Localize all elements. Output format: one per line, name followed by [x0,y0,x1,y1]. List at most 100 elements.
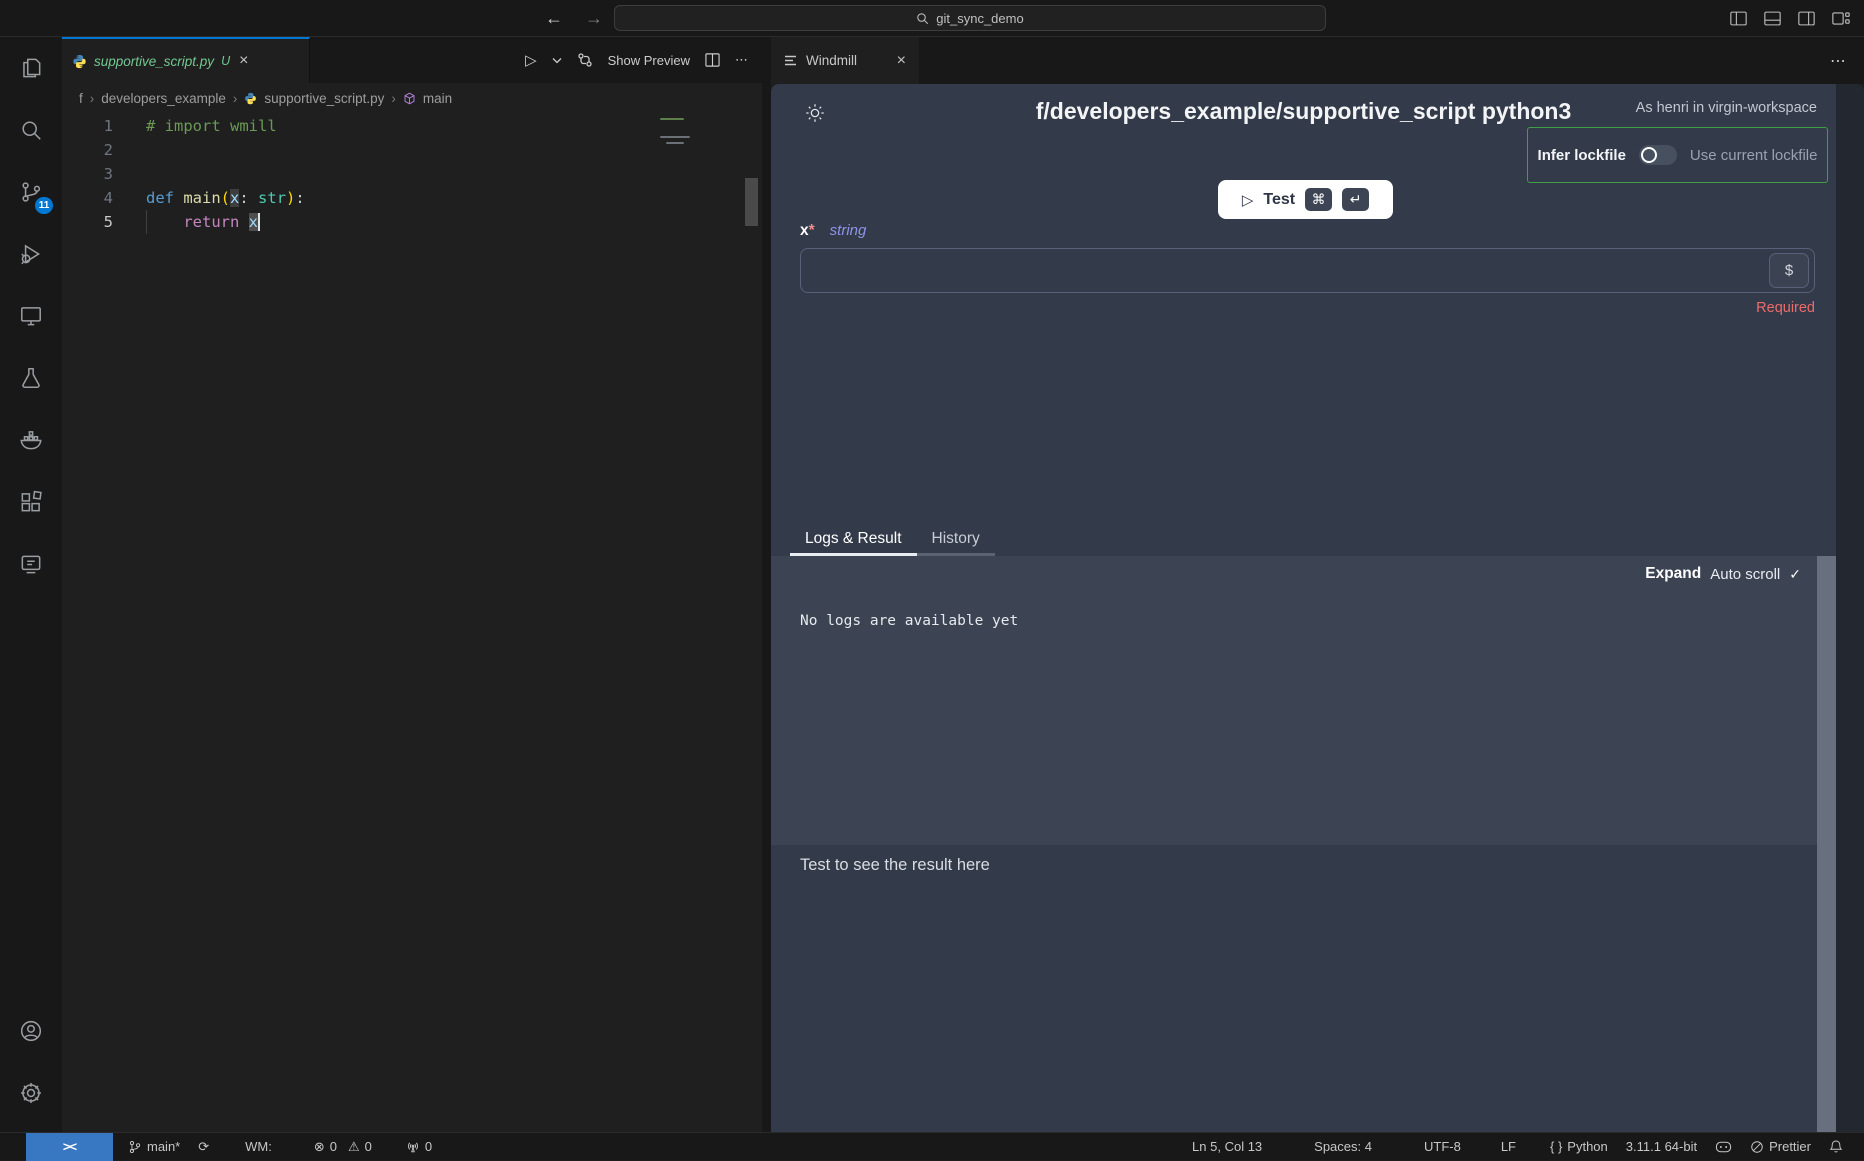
search-value: git_sync_demo [936,11,1023,26]
variable-picker-button[interactable]: $ [1769,253,1809,288]
command-center-search[interactable]: git_sync_demo [614,5,1326,31]
history-back-icon[interactable]: ← [545,8,563,29]
webview-scrollbar[interactable] [1817,556,1836,1132]
test-button[interactable]: ▷ Test ⌘ ↵ [1218,180,1393,219]
testing-beaker-icon[interactable] [0,347,62,409]
required-asterisk: * [809,222,815,240]
webview-more-actions-icon[interactable]: ⋯ [1830,51,1846,71]
windmill-tab-icon [784,55,797,66]
run-python-file-icon[interactable]: ▷ [525,51,537,69]
line-number: 4 [62,186,113,210]
error-icon: ⊗ [314,1139,325,1155]
branch-icon [128,1140,142,1154]
logs-empty-message: No logs are available yet [800,613,1018,629]
editor-scrollbar[interactable] [745,178,758,226]
sync-icon: ⟳ [198,1139,209,1155]
language-item[interactable]: { } Python [1541,1133,1617,1160]
infer-lockfile-label: Infer lockfile [1538,147,1626,164]
editor-group-separator [762,37,771,1132]
wm-status-item[interactable]: WM: [236,1133,281,1160]
encoding-item[interactable]: UTF-8 [1415,1133,1470,1160]
autoscroll-label[interactable]: Auto scroll [1710,566,1780,583]
cmd-key-icon: ⌘ [1305,188,1332,211]
run-debug-icon[interactable] [0,223,62,285]
source-control-icon[interactable]: 11 [0,161,62,223]
interpreter-item[interactable]: 3.11.1 64-bit [1617,1133,1706,1160]
breadcrumb: f › developers_example › supportive_scri… [62,84,762,112]
run-dropdown-chevron-icon[interactable] [552,57,562,64]
code-text: return x [146,210,258,234]
tab-history[interactable]: History [917,525,995,556]
indentation-item[interactable]: Spaces: 4 [1305,1133,1381,1160]
formatter-item[interactable]: Prettier [1741,1133,1820,1160]
toggle-sidebar-icon[interactable] [1730,11,1747,26]
python-file-icon [72,54,87,69]
ports-item[interactable]: 0 [397,1133,441,1160]
argument-type-label: string [830,222,867,239]
argument-x-input[interactable] [800,248,1815,293]
tab-close-icon[interactable]: × [897,52,906,70]
autoscroll-check-icon[interactable]: ✓ [1789,566,1801,583]
split-editor-icon[interactable] [705,53,720,67]
tab-label: supportive_script.py [94,54,214,69]
python-file-icon [244,92,257,105]
editor-tab-bar: supportive_script.py U × ▷ Show Preview … [62,37,762,84]
code-text: def main(x: str): [146,186,305,210]
extensions-icon[interactable] [0,471,62,533]
breadcrumb-separator-icon: › [391,91,396,106]
tab-windmill[interactable]: Windmill × [771,37,919,84]
account-icon[interactable] [0,1000,62,1062]
code-line[interactable]: 2 [62,138,762,162]
run-context-label: As henri in virgin-workspace [1636,100,1817,116]
prettier-slash-icon [1750,1140,1764,1154]
problems-item[interactable]: ⊗ 0 ⚠ 0 [305,1133,381,1160]
windmill-tab-label: Windmill [806,53,857,68]
minimap[interactable] [660,118,700,144]
breadcrumb-separator-icon: › [90,91,95,106]
code-editor[interactable]: 1# import wmill234def main(x: str):5 ret… [62,112,762,1132]
tab-supportive-script[interactable]: supportive_script.py U × [62,37,310,83]
expand-button[interactable]: Expand [1645,565,1701,583]
line-number: 5 [62,210,113,234]
status-bar: >< main* ⟳ WM: ⊗ 0 ⚠ 0 0 Ln 5, Col 13 Sp… [0,1132,1864,1160]
code-line[interactable]: 4 def main(x: str): [62,186,762,210]
tab-close-icon[interactable]: × [239,52,248,70]
line-number: 3 [62,162,113,186]
remote-explorer-icon[interactable] [0,285,62,347]
breadcrumb-symbol[interactable]: main [423,91,452,106]
main-area: 11 [0,37,1864,1132]
breadcrumb-file[interactable]: supportive_script.py [264,91,384,106]
windmill-extension-icon[interactable] [0,533,62,595]
customize-layout-icon[interactable] [1832,11,1850,26]
open-changes-icon[interactable] [577,52,593,68]
docker-icon[interactable] [0,409,62,471]
sync-item[interactable]: ⟳ [189,1133,218,1160]
toggle-secondary-sidebar-icon[interactable] [1798,11,1815,26]
code-line[interactable]: 1# import wmill [62,114,762,138]
editor-group-1: supportive_script.py U × ▷ Show Preview … [62,37,762,1132]
logs-panel: Expand Auto scroll ✓ No logs are availab… [771,556,1817,845]
history-forward-icon[interactable]: → [585,8,603,29]
cursor-position-item[interactable]: Ln 5, Col 13 [1183,1133,1271,1160]
lockfile-toggle[interactable] [1639,145,1677,165]
eol-item[interactable]: LF [1492,1133,1525,1160]
editor-more-actions-icon[interactable]: ⋯ [735,52,748,68]
toggle-panel-icon[interactable] [1764,11,1781,26]
code-text: # import wmill [146,114,277,138]
explorer-icon[interactable] [0,37,62,99]
notifications-bell-icon[interactable] [1820,1133,1852,1160]
code-line[interactable]: 3 [62,162,762,186]
search-view-icon[interactable] [0,99,62,161]
radio-tower-icon [406,1140,420,1154]
copilot-icon[interactable] [1706,1133,1741,1160]
git-branch-item[interactable]: main* [119,1133,189,1160]
settings-gear-icon[interactable] [0,1062,62,1124]
code-lines: 1# import wmill234def main(x: str):5 ret… [62,114,762,234]
warning-icon: ⚠ [348,1139,360,1155]
show-preview-label[interactable]: Show Preview [608,53,690,68]
remote-indicator[interactable]: >< [26,1133,113,1161]
tab-logs-result[interactable]: Logs & Result [790,525,917,556]
breadcrumb-folder[interactable]: developers_example [101,91,226,106]
code-line[interactable]: 5 return x [62,210,762,234]
breadcrumb-root[interactable]: f [79,91,83,106]
